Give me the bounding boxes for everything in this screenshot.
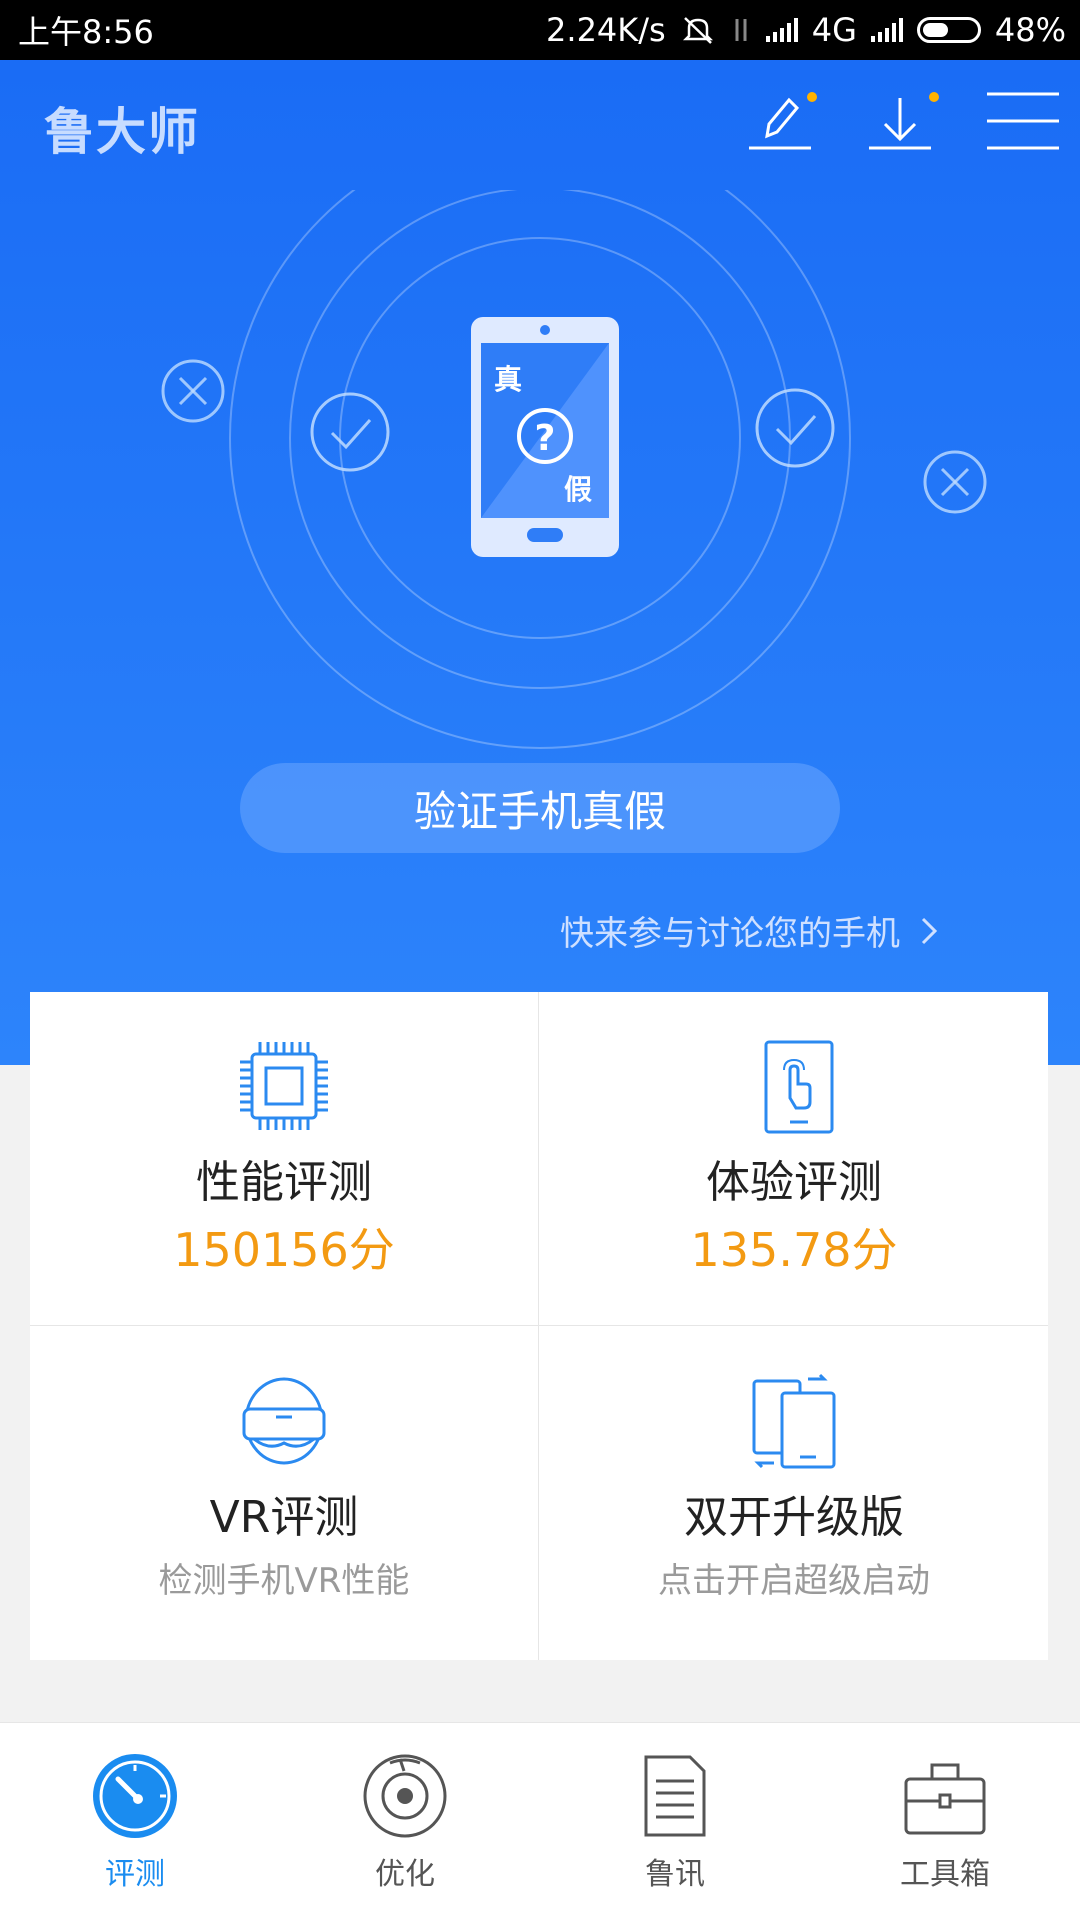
tab-toolbox[interactable]: 工具箱 — [810, 1723, 1080, 1921]
dual-open-title: 双开升级版 — [684, 1492, 904, 1543]
download-button[interactable] — [865, 88, 939, 158]
edit-notification-dot — [807, 92, 817, 102]
check-circle-icon — [310, 392, 390, 472]
battery-percent: 48% — [994, 11, 1066, 49]
network-speed: 2.24K/s — [546, 11, 666, 49]
experience-score: 135.78分 — [690, 1223, 898, 1277]
dual-phone-icon — [752, 1373, 836, 1469]
tab-evaluate[interactable]: 评测 — [0, 1723, 270, 1921]
dual-open-subtitle: 点击开启超级启动 — [658, 1561, 930, 1601]
cross-circle-icon — [161, 359, 225, 423]
vr-title: VR评测 — [209, 1492, 359, 1543]
phone-illustration: ? — [471, 317, 619, 557]
menu-icon — [987, 92, 1059, 150]
experience-title: 体验评测 — [706, 1157, 882, 1208]
experience-test-item[interactable]: 体验评测 135.78分 — [540, 992, 1048, 1325]
battery-icon — [916, 17, 981, 43]
touch-phone-icon — [764, 1040, 834, 1134]
performance-score: 150156分 — [173, 1223, 395, 1277]
tab-toolbox-label: 工具箱 — [900, 1857, 990, 1892]
grid-divider-vertical — [538, 992, 539, 1660]
document-icon — [644, 1755, 706, 1837]
phone-text-real: 真 — [494, 363, 523, 396]
vr-headset-icon — [242, 1377, 326, 1465]
download-icon — [869, 98, 931, 150]
svg-text:?: ? — [535, 418, 556, 459]
speedometer-icon — [93, 1754, 177, 1838]
toolbox-icon — [904, 1763, 986, 1835]
phone-text-fake: 假 — [564, 473, 593, 506]
vr-test-item[interactable]: VR评测 检测手机VR性能 — [30, 1327, 538, 1660]
signal-icon — [765, 18, 798, 42]
status-right: 2.24K/s 4G 48% — [546, 11, 1066, 49]
tab-news-label: 鲁讯 — [645, 1857, 705, 1892]
tab-news[interactable]: 鲁讯 — [540, 1723, 810, 1921]
verify-phone-button[interactable]: 验证手机真假 — [240, 763, 840, 853]
cross-circle-icon-2 — [923, 450, 987, 514]
dual-open-item[interactable]: 双开升级版 点击开启超级启动 — [540, 1327, 1048, 1660]
bottom-tab-bar: 评测 优化 鲁讯 工具箱 — [0, 1722, 1080, 1921]
chip-icon — [240, 1042, 328, 1130]
performance-title: 性能评测 — [196, 1157, 372, 1208]
edit-button[interactable] — [745, 88, 817, 158]
discuss-link-text: 快来参与讨论您的手机 — [560, 914, 900, 954]
status-time: 上午8:56 — [18, 13, 154, 51]
mute-bell-icon — [682, 17, 713, 44]
chevron-right-icon — [921, 917, 938, 944]
signal-icon-2 — [870, 18, 903, 42]
tab-optimize[interactable]: 优化 — [270, 1723, 540, 1921]
disc-icon — [363, 1754, 447, 1838]
status-bar: 上午8:56 2.24K/s 4G 48% — [0, 0, 1080, 60]
tab-evaluate-label: 评测 — [105, 1857, 165, 1892]
edit-icon — [749, 97, 811, 150]
vr-subtitle: 检测手机VR性能 — [158, 1561, 410, 1601]
download-notification-dot — [929, 92, 939, 102]
performance-test-item[interactable]: 性能评测 150156分 — [30, 992, 538, 1325]
menu-button[interactable] — [983, 88, 1063, 158]
data-arrows-icon — [735, 19, 747, 41]
hero-section: ? 真 假 鲁大师 验证手机真假 快来参与讨论您的手机 — [0, 60, 1080, 1065]
feature-grid: 性能评测 150156分 体验评测 135.78分 VR评测 检测手机VR性能 — [30, 992, 1048, 1660]
app-logo: 鲁大师 — [44, 103, 200, 161]
tab-optimize-label: 优化 — [375, 1857, 435, 1892]
network-type: 4G — [811, 11, 857, 49]
discuss-link[interactable]: 快来参与讨论您的手机 — [560, 906, 938, 955]
grid-divider-horizontal — [30, 1325, 1048, 1326]
check-circle-icon-2 — [755, 388, 835, 468]
